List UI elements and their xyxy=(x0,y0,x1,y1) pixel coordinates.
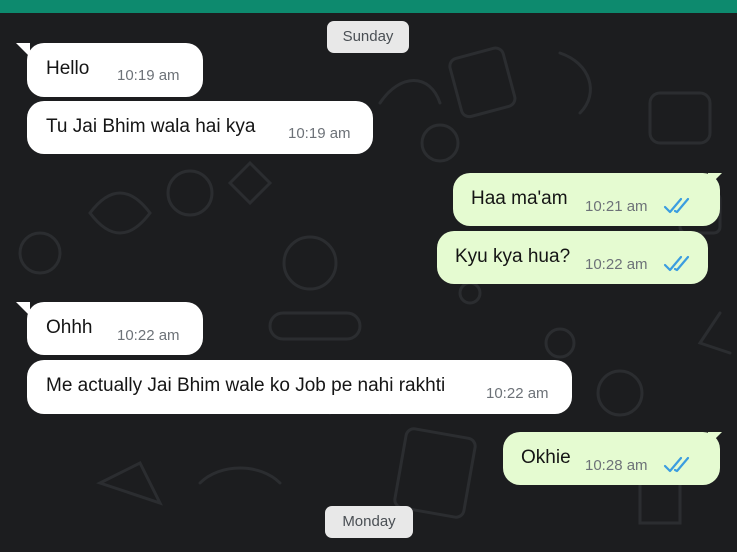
read-double-check-icon xyxy=(663,197,690,214)
incoming-message-bubble[interactable]: Ohhh 10:22 am xyxy=(27,302,203,355)
message-text: Haa ma'am xyxy=(471,188,568,209)
message-text: Kyu kya hua? xyxy=(455,246,571,267)
incoming-message-bubble[interactable]: Hello 10:19 am xyxy=(27,43,203,97)
message-time: 10:22 am xyxy=(585,256,648,273)
date-separator-label: Sunday xyxy=(342,28,394,45)
read-double-check-icon xyxy=(663,255,690,272)
outgoing-message-bubble[interactable]: Kyu kya hua? 10:22 am xyxy=(437,231,708,284)
message-time: 10:19 am xyxy=(117,67,180,84)
message-time: 10:22 am xyxy=(117,327,180,344)
message-time: 10:21 am xyxy=(585,198,648,215)
message-text: Ohhh xyxy=(46,317,93,338)
outgoing-message-bubble[interactable]: Okhie 10:28 am xyxy=(503,432,720,485)
message-text: Okhie xyxy=(521,447,571,468)
read-double-check-icon xyxy=(663,456,690,473)
message-text: Me actually Jai Bhim wale ko Job pe nahi… xyxy=(46,375,446,396)
outgoing-message-bubble[interactable]: Haa ma'am 10:21 am xyxy=(453,173,720,226)
date-separator-sunday: Sunday xyxy=(327,21,409,53)
incoming-message-bubble[interactable]: Tu Jai Bhim wala hai kya 10:19 am xyxy=(27,101,373,154)
message-text: Tu Jai Bhim wala hai kya xyxy=(46,116,256,137)
date-separator-label: Monday xyxy=(342,513,396,530)
message-text: Hello xyxy=(46,58,90,79)
incoming-message-bubble[interactable]: Me actually Jai Bhim wale ko Job pe nahi… xyxy=(27,360,572,414)
message-time: 10:19 am xyxy=(288,125,351,142)
message-time: 10:28 am xyxy=(585,457,648,474)
app-header-bar xyxy=(0,0,737,13)
date-separator-monday: Monday xyxy=(325,506,413,538)
message-time: 10:22 am xyxy=(486,385,549,402)
